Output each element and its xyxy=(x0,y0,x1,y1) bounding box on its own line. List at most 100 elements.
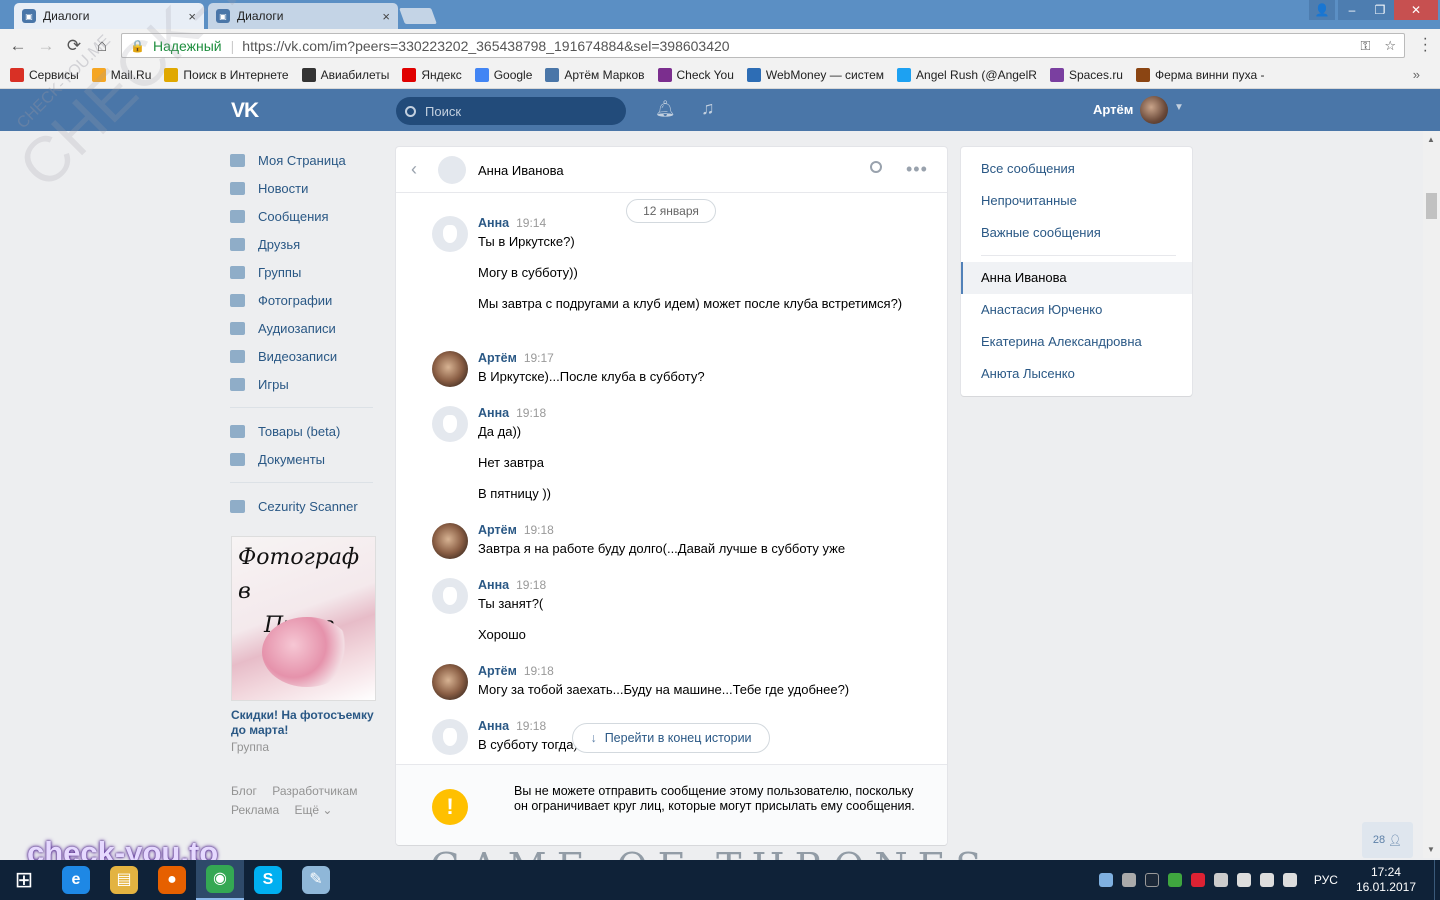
author-avatar[interactable] xyxy=(432,664,468,700)
dialog-item[interactable]: Анюта Лысенко xyxy=(981,366,1075,381)
author-avatar[interactable] xyxy=(432,578,468,614)
dialog-item[interactable]: Екатерина Александровна xyxy=(981,334,1142,349)
bookmark-star-icon[interactable]: ☆ xyxy=(1384,38,1396,54)
sidebar-item[interactable]: Новости xyxy=(230,174,380,202)
sidebar-item[interactable]: Моя Страница xyxy=(230,146,380,174)
display-icon[interactable] xyxy=(1213,873,1228,887)
tray-network-icon[interactable] xyxy=(1121,873,1136,887)
tray-app-icon[interactable] xyxy=(1190,873,1205,887)
author-avatar[interactable] xyxy=(432,719,468,755)
footer-link[interactable]: Реклама xyxy=(231,803,279,817)
sidebar-item[interactable]: Игры xyxy=(230,370,380,398)
message-author[interactable]: Анна 19:18 xyxy=(478,719,546,733)
new-tab-button[interactable] xyxy=(399,8,437,24)
filter-all-messages[interactable]: Все сообщения xyxy=(981,161,1075,176)
message-author[interactable]: Анна 19:18 xyxy=(478,578,546,592)
filter-unread[interactable]: Непрочитанные xyxy=(981,193,1077,208)
message-author[interactable]: Артём 19:17 xyxy=(478,351,554,365)
user-name[interactable]: Артём xyxy=(1093,102,1133,117)
more-options-icon[interactable]: ••• xyxy=(906,159,928,180)
antivirus-icon[interactable] xyxy=(1167,873,1182,887)
monitor-icon[interactable] xyxy=(1259,873,1274,887)
footer-link[interactable]: Разработчикам xyxy=(272,784,357,798)
tab-close-icon[interactable]: × xyxy=(188,9,196,24)
url-text[interactable]: https://vk.com/im?peers=330223202_365438… xyxy=(242,38,729,54)
vk-logo[interactable]: VK xyxy=(231,99,259,123)
peer-avatar[interactable] xyxy=(438,156,466,184)
close-window-button[interactable]: ✕ xyxy=(1394,0,1438,20)
bookmark-item[interactable]: Артём Марков xyxy=(545,68,645,82)
bookmark-item[interactable]: Mail.Ru xyxy=(91,68,151,82)
browser-menu-icon[interactable]: · · · xyxy=(1423,31,1428,59)
message-author[interactable]: Артём 19:18 xyxy=(478,523,554,537)
sidebar-item[interactable]: Товары (beta) xyxy=(230,417,380,445)
message-author[interactable]: Анна 19:18 xyxy=(478,406,546,420)
scroll-up-icon[interactable]: ▲ xyxy=(1427,135,1435,144)
input-language[interactable]: РУС xyxy=(1314,873,1338,887)
browser-tab[interactable]: ▣ Диалоги × xyxy=(208,3,398,29)
flag-icon[interactable] xyxy=(1236,873,1251,887)
bookmark-item[interactable]: Spaces.ru xyxy=(1049,68,1123,82)
bookmark-item[interactable]: WebMoney — систем xyxy=(746,68,884,82)
browser-tab-active[interactable]: ▣ Диалоги × xyxy=(14,3,204,29)
chevron-down-icon[interactable]: ▼ xyxy=(1174,102,1184,113)
page-scrollbar[interactable]: ▲ ▼ xyxy=(1423,131,1440,858)
notifications-bell-icon[interactable]: 🔔︎ xyxy=(655,99,675,119)
author-avatar[interactable] xyxy=(432,216,468,252)
notepad-taskbar-button[interactable]: ✎ xyxy=(292,860,340,900)
sidebar-item[interactable]: Аудиозаписи xyxy=(230,314,380,342)
music-icon[interactable]: ♫ xyxy=(701,98,715,119)
show-desktop-button[interactable] xyxy=(1434,860,1440,900)
start-button[interactable]: ⊞ xyxy=(0,860,48,900)
author-avatar[interactable] xyxy=(432,406,468,442)
bookmark-item[interactable]: Angel Rush (@AngelR xyxy=(897,68,1037,82)
sidebar-item[interactable]: Cezurity Scanner xyxy=(230,492,380,520)
footer-link[interactable]: Блог xyxy=(231,784,257,798)
internet-explorer-taskbar-button[interactable]: e xyxy=(52,860,100,900)
tab-close-icon[interactable]: × xyxy=(382,9,390,24)
peer-name[interactable]: Анна Иванова xyxy=(478,163,564,178)
bookmark-item[interactable]: Поиск в Интернете xyxy=(164,68,289,82)
chrome-taskbar-button[interactable]: ◉ xyxy=(196,860,244,900)
search-input[interactable]: Поиск xyxy=(396,97,626,125)
sidebar-item[interactable]: Группы xyxy=(230,258,380,286)
bookmark-item[interactable]: Check You xyxy=(657,68,734,82)
bookmark-item[interactable]: Ферма винни пуха - xyxy=(1135,68,1264,82)
scroll-down-icon[interactable]: ▼ xyxy=(1427,845,1435,854)
profile-button[interactable]: 👤 xyxy=(1309,0,1335,20)
bookmarks-overflow-icon[interactable]: » xyxy=(1413,67,1420,82)
sidebar-item[interactable]: Документы xyxy=(230,445,380,473)
ad-image[interactable]: Фотограф в Праге xyxy=(231,536,376,701)
message-author[interactable]: Артём 19:18 xyxy=(478,664,554,678)
sidebar-item[interactable]: Видеозаписи xyxy=(230,342,380,370)
author-avatar[interactable] xyxy=(432,523,468,559)
bookmark-item[interactable]: Авиабилеты xyxy=(301,68,389,82)
dialog-item[interactable]: Анастасия Юрченко xyxy=(981,302,1102,317)
volume-icon[interactable] xyxy=(1282,873,1297,887)
bookmark-item[interactable]: Яндекс xyxy=(402,68,462,82)
sidebar-item[interactable]: Фотографии xyxy=(230,286,380,314)
sidebar-item[interactable]: Сообщения xyxy=(230,202,380,230)
go-to-end-button[interactable]: ↓ Перейти в конец истории xyxy=(572,723,770,753)
author-avatar[interactable] xyxy=(432,351,468,387)
steam-icon[interactable] xyxy=(1144,873,1159,887)
message-history[interactable]: 12 января Анна 19:14 Ты в Иркутске?) Могу в… xyxy=(396,194,947,764)
message-author[interactable]: Анна 19:14 xyxy=(478,216,546,230)
user-avatar[interactable] xyxy=(1140,96,1168,124)
file-explorer-taskbar-button[interactable]: ▤ xyxy=(100,860,148,900)
forward-button[interactable]: → xyxy=(32,36,60,56)
maximize-button[interactable]: ❐ xyxy=(1366,0,1394,20)
firefox-taskbar-button[interactable]: ● xyxy=(148,860,196,900)
back-arrow-icon[interactable]: ‹ xyxy=(411,159,417,180)
address-bar[interactable]: 🔒 Надежный | https://vk.com/im?peers=330… xyxy=(121,33,1405,58)
scroll-thumb[interactable] xyxy=(1426,193,1437,219)
back-button[interactable]: ← xyxy=(4,36,32,56)
system-clock[interactable]: 17:24 16.01.2017 xyxy=(1356,865,1416,895)
tray-app-icon[interactable] xyxy=(1098,873,1113,887)
footer-more-link[interactable]: Ещё ⌄ xyxy=(294,803,332,817)
skype-taskbar-button[interactable]: S xyxy=(244,860,292,900)
chat-search-icon[interactable] xyxy=(870,161,882,173)
ad-title[interactable]: Скидки! На фотосъемку до марта! xyxy=(231,708,376,738)
friends-online-button[interactable]: 28 👤︎ xyxy=(1362,822,1413,858)
key-icon[interactable]: ⚿ xyxy=(1360,38,1370,54)
